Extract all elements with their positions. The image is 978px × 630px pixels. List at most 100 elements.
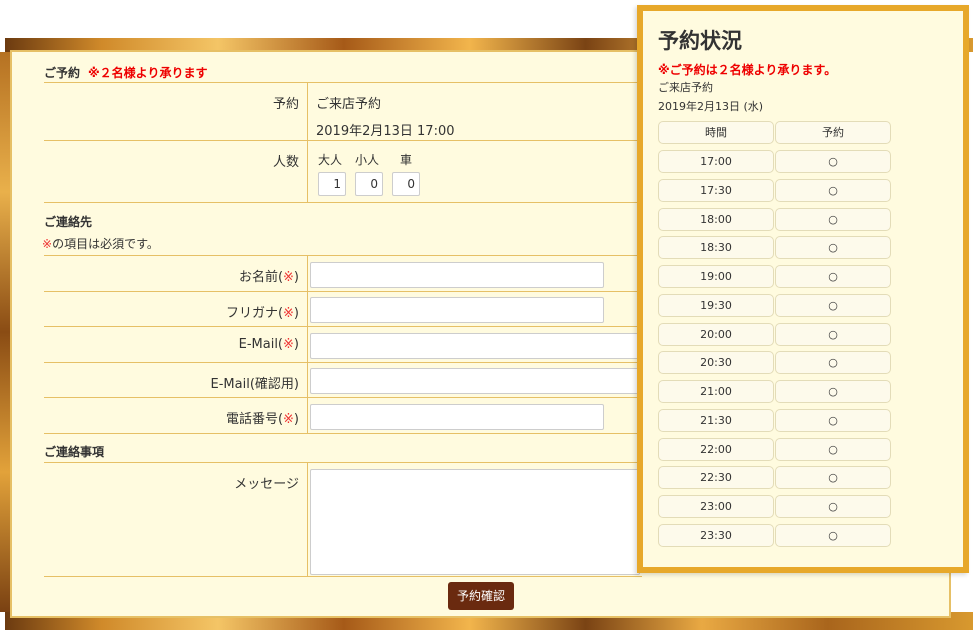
reservation-section-label: ご予約 [44,66,81,80]
header-reserve: 予約 [775,121,891,144]
time-slot-row[interactable]: 17:30 ○ [658,178,891,202]
email-row: E-Mail(※) [44,326,650,362]
slot-time: 20:00 [658,322,774,346]
slot-time: 17:00 [658,150,774,173]
message-label: メッセージ [44,463,308,576]
slot-time: 20:30 [658,351,774,375]
furigana-label-text: フリガナ( [225,306,284,321]
status-header-row: 時間 予約 [658,121,891,144]
furigana-required-mark: ※ [283,306,294,321]
time-slot-row[interactable]: 22:30 ○ [658,466,891,490]
slot-availability[interactable]: ○ [775,408,891,432]
status-type: ご来店予約 [658,81,713,94]
car-label: 車 [400,153,413,167]
party-size-label: 人数 [44,141,308,202]
slot-availability[interactable]: ○ [775,150,891,173]
status-title: 予約状況 [658,29,742,53]
time-slot-row[interactable]: 17:00 ○ [658,150,891,173]
message-textarea[interactable] [310,469,640,575]
divider [44,576,642,577]
name-label-text: お名前( [238,270,284,285]
furigana-label: フリガナ(※) [44,292,308,326]
slot-time: 18:00 [658,207,774,231]
slot-time: 22:00 [658,437,774,461]
slot-availability[interactable]: ○ [775,437,891,461]
notes-section-title: ご連絡事項 [44,445,105,459]
reservation-section-title: ご予約 ※２名様より承ります [44,64,207,81]
adult-label: 大人 [318,153,343,167]
slot-availability[interactable]: ○ [775,380,891,403]
email-label: E-Mail(※) [44,327,308,362]
reservation-label: 予約 [44,83,308,140]
contact-section-title: ご連絡先 [44,215,93,229]
slot-time: 21:00 [658,380,774,403]
slot-availability[interactable]: ○ [775,523,891,547]
slot-availability[interactable]: ○ [775,236,891,260]
required-mark: ※ [42,237,53,251]
time-slot-row[interactable]: 23:00 ○ [658,495,891,518]
slot-time: 18:30 [658,236,774,260]
phone-required-mark: ※ [283,412,294,427]
slot-availability[interactable]: ○ [775,322,891,346]
reservation-datetime: 2019年2月13日 17:00 [316,124,455,139]
status-warning: ※ご予約は２名様より承ります。 [658,63,837,77]
name-input[interactable] [310,262,604,288]
slot-time: 23:30 [658,523,774,547]
min-guests-note: ※２名様より承ります [88,66,208,80]
paren-close: ) [293,306,299,321]
time-slot-row[interactable]: 21:00 ○ [658,380,891,403]
phone-row: 電話番号(※) [44,397,642,433]
phone-label-text: 電話番号( [225,412,284,427]
reservation-status-panel: 予約状況 ※ご予約は２名様より承ります。 ご来店予約 2019年2月13日 (水… [637,5,969,573]
header-time: 時間 [658,121,774,144]
slot-time: 19:30 [658,293,774,317]
phone-label: 電話番号(※) [44,398,308,433]
required-note-text: の項目は必須です。 [52,237,159,251]
car-count-input[interactable]: 0 [392,172,420,196]
time-slot-row[interactable]: 20:00 ○ [658,322,891,346]
reservation-type: ご来店予約 [316,97,382,112]
slot-availability[interactable]: ○ [775,207,891,231]
furigana-input[interactable] [310,297,604,323]
time-slot-row[interactable]: 22:00 ○ [658,437,891,461]
time-slot-row[interactable]: 19:00 ○ [658,265,891,288]
required-note: ※の項目は必須です。 [42,235,159,252]
status-date: 2019年2月13日 (水) [658,100,764,113]
slot-availability[interactable]: ○ [775,466,891,490]
time-slot-row[interactable]: 18:00 ○ [658,207,891,231]
furigana-row: フリガナ(※) [44,291,642,326]
email-label-text: E-Mail( [238,337,284,352]
email-confirm-input[interactable] [310,368,650,394]
slot-availability[interactable]: ○ [775,495,891,518]
phone-input[interactable] [310,404,604,430]
divider [44,433,642,434]
paren-close: ) [293,412,299,427]
email-confirm-row: E-Mail(確認用) [44,362,650,397]
slot-time: 23:00 [658,495,774,518]
slot-time: 21:30 [658,408,774,432]
time-slot-row[interactable]: 21:30 ○ [658,408,891,432]
time-slot-row[interactable]: 23:30 ○ [658,523,891,547]
child-label: 小人 [355,153,380,167]
slot-time: 22:30 [658,466,774,490]
party-size-row: 人数 大人 小人 車 1 0 0 [44,140,642,202]
name-required-mark: ※ [283,270,294,285]
time-slot-row[interactable]: 19:30 ○ [658,293,891,317]
message-row: メッセージ [44,462,642,576]
email-confirm-label: E-Mail(確認用) [44,363,308,397]
slot-time: 19:00 [658,265,774,288]
slot-availability[interactable]: ○ [775,265,891,288]
child-count-input[interactable]: 0 [355,172,383,196]
time-slot-row[interactable]: 20:30 ○ [658,351,891,375]
adult-count-input[interactable]: 1 [318,172,346,196]
email-required-mark: ※ [283,337,294,352]
email-input[interactable] [310,333,650,359]
time-slot-row[interactable]: 18:30 ○ [658,236,891,260]
confirm-reservation-button[interactable]: 予約確認 [448,582,514,610]
slot-availability[interactable]: ○ [775,351,891,375]
slot-availability[interactable]: ○ [775,178,891,202]
slot-availability[interactable]: ○ [775,293,891,317]
divider [44,202,642,203]
paren-close: ) [293,337,299,352]
slot-time: 17:30 [658,178,774,202]
